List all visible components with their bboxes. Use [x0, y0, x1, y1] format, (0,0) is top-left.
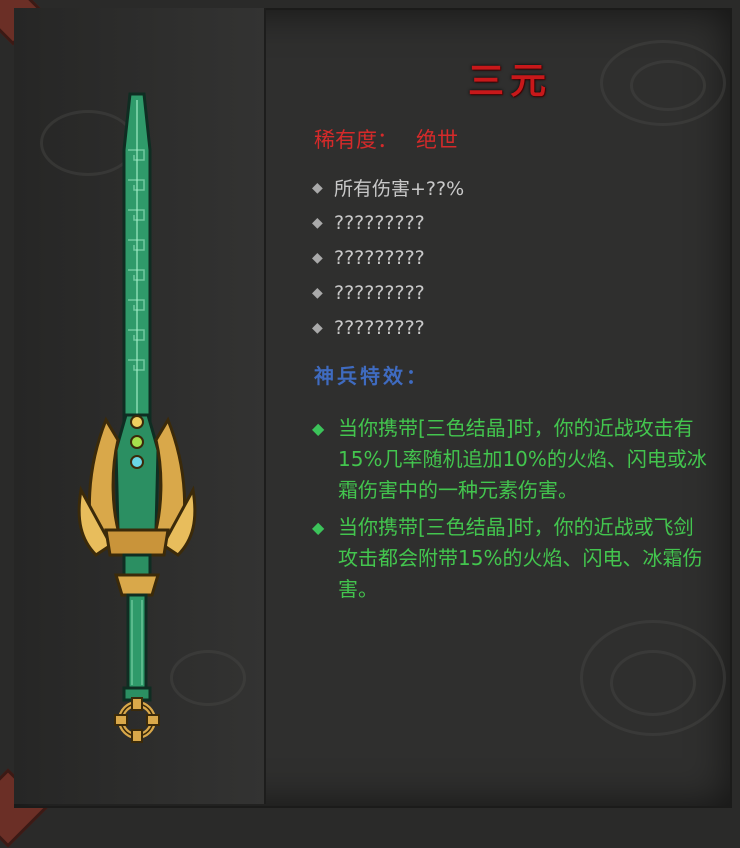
- diamond-icon: ◆: [312, 284, 323, 301]
- stat-row: ◆ 所有伤害+??%: [312, 170, 464, 205]
- effect-text: 当你携带[三色结晶]时，你的近战或飞剑攻击都会附带15%的火焰、闪电、冰霜伤害。: [338, 515, 703, 601]
- green-diamond-icon: ◆: [312, 419, 325, 438]
- stat-row: ◆?????????: [312, 205, 464, 240]
- effect-list: ◆ 当你携带[三色结晶]时，你的近战攻击有15%几率随机追加10%的火焰、闪电或…: [312, 413, 712, 611]
- rarity-row: 稀有度： 绝世: [314, 124, 458, 154]
- cloud-decoration: [630, 60, 706, 111]
- stat-text: ?????????: [334, 211, 425, 234]
- rarity-label: 稀有度：: [314, 128, 398, 152]
- stat-row: ◆?????????: [312, 310, 464, 345]
- jade-sword-icon: [77, 92, 197, 743]
- stat-list: ◆ 所有伤害+??% ◆????????? ◆????????? ◆???????…: [312, 170, 464, 345]
- stat-text: 所有伤害+??%: [334, 178, 465, 200]
- diamond-icon: ◆: [312, 319, 323, 336]
- diamond-icon: ◆: [312, 214, 323, 231]
- diamond-icon: ◆: [312, 249, 323, 266]
- stat-row: ◆?????????: [312, 275, 464, 310]
- special-effects-heading: 神兵特效：: [314, 364, 429, 388]
- effect-text: 当你携带[三色结晶]时，你的近战攻击有15%几率随机追加10%的火焰、闪电或冰霜…: [338, 416, 707, 502]
- stat-text: ?????????: [334, 281, 425, 304]
- stat-text: ?????????: [334, 316, 425, 339]
- stat-text: ?????????: [334, 246, 425, 269]
- stat-row: ◆?????????: [312, 240, 464, 275]
- cloud-decoration: [610, 650, 696, 716]
- diamond-icon: ◆: [312, 179, 323, 196]
- green-diamond-icon: ◆: [312, 518, 325, 537]
- effect-item: ◆ 当你携带[三色结晶]时，你的近战或飞剑攻击都会附带15%的火焰、闪电、冰霜伤…: [312, 512, 712, 605]
- rarity-value: 绝世: [416, 128, 458, 152]
- effect-item: ◆ 当你携带[三色结晶]时，你的近战攻击有15%几率随机追加10%的火焰、闪电或…: [312, 413, 712, 506]
- item-name: 三元: [467, 60, 552, 102]
